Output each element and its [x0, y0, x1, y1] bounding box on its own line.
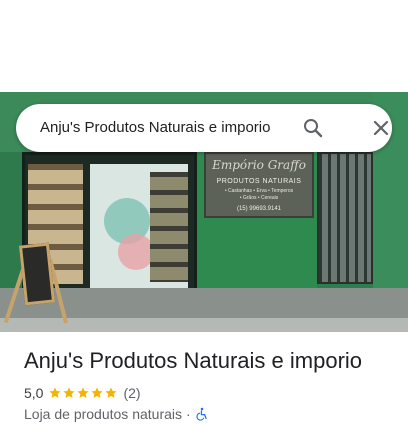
chalkboard-panel: [18, 242, 56, 306]
photo-chalkboard-sign: [3, 238, 68, 324]
shop-sign-products: • Castanhas • Erva • Temperos: [224, 188, 294, 194]
shop-sign-products: • Grãos • Cereais: [239, 195, 279, 201]
photo-wall-decor: [118, 234, 154, 270]
shop-sign-title: Empório Graffo: [212, 158, 306, 172]
place-name[interactable]: Anju's Produtos Naturais e imporio: [24, 348, 362, 374]
star-icon: [49, 387, 62, 398]
place-category: Loja de produtos naturais: [24, 406, 182, 422]
place-preview-screen: Empório Graffo PRODUTOS NATURAIS • Casta…: [0, 0, 408, 424]
search-icon[interactable]: [301, 116, 325, 140]
rating-value: 5,0: [24, 385, 44, 401]
wheelchair-icon: [195, 407, 209, 421]
shop-sign: Empório Graffo PRODUTOS NATURAIS • Casta…: [204, 152, 314, 218]
separator: ·: [186, 406, 191, 422]
photo-metal-gate: [317, 152, 373, 284]
star-icon: [105, 387, 118, 398]
star-icon: [91, 387, 104, 398]
photo-curb: [0, 318, 408, 332]
photo-shelf-right: [150, 172, 188, 282]
star-icon: [77, 387, 90, 398]
close-icon[interactable]: [369, 116, 393, 140]
shop-sign-phone: (15) 99693.9141: [236, 206, 282, 212]
category-row: Loja de produtos naturais ·: [24, 405, 209, 423]
search-bar[interactable]: Anju's Produtos Naturais e imporio: [16, 104, 392, 152]
review-count: (2): [123, 385, 141, 401]
star-rating: [48, 386, 118, 400]
rating-row[interactable]: 5,0 (2): [24, 384, 141, 402]
star-icon: [63, 387, 76, 398]
shop-sign-subtitle: PRODUTOS NATURAIS: [216, 178, 302, 185]
search-input[interactable]: Anju's Produtos Naturais e imporio: [40, 104, 290, 152]
